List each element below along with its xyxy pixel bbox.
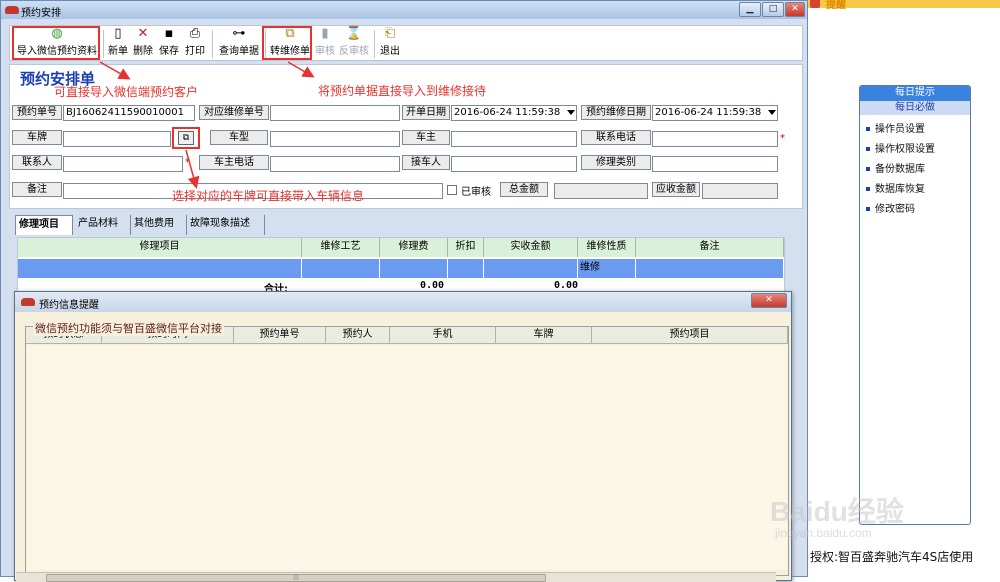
bullet-icon — [866, 167, 870, 171]
bullet-icon — [866, 187, 870, 191]
tip-permission-settings[interactable]: 操作权限设置 — [866, 140, 935, 155]
watermark-sub: jingyan.baidu.com — [775, 526, 872, 540]
bullet-icon — [866, 207, 870, 211]
annotation-plate-note: 选择对应的车牌可直接带入车辆信息 — [172, 189, 365, 203]
tip-backup-database[interactable]: 备份数据库 — [866, 160, 925, 175]
bullet-icon — [866, 127, 870, 131]
annotation-convert-note: 将预约单据直接导入到维修接待 — [318, 84, 487, 98]
tip-change-password[interactable]: 修改密码 — [866, 200, 915, 215]
tips-title: 每日提示 — [860, 86, 970, 101]
arrow-import — [99, 61, 131, 80]
license-text: 授权:智百盛奔驰汽车4S店使用 — [810, 550, 974, 564]
annotation-import-note: 可直接导入微信端预约客户 — [54, 85, 199, 99]
tip-operator-settings[interactable]: 操作员设置 — [866, 120, 925, 135]
arrow-convert — [287, 61, 315, 78]
arrow-plate — [185, 149, 200, 189]
tip-restore-database[interactable]: 数据库恢复 — [866, 180, 925, 195]
tips-subtitle: 每日必做 — [860, 101, 970, 115]
daily-tips-panel: 每日提示 每日必做 操作员设置 操作权限设置 备份数据库 数据库恢复 修改密码 — [859, 85, 971, 525]
watermark: Baidu经验 — [770, 496, 904, 527]
bullet-icon — [866, 147, 870, 151]
